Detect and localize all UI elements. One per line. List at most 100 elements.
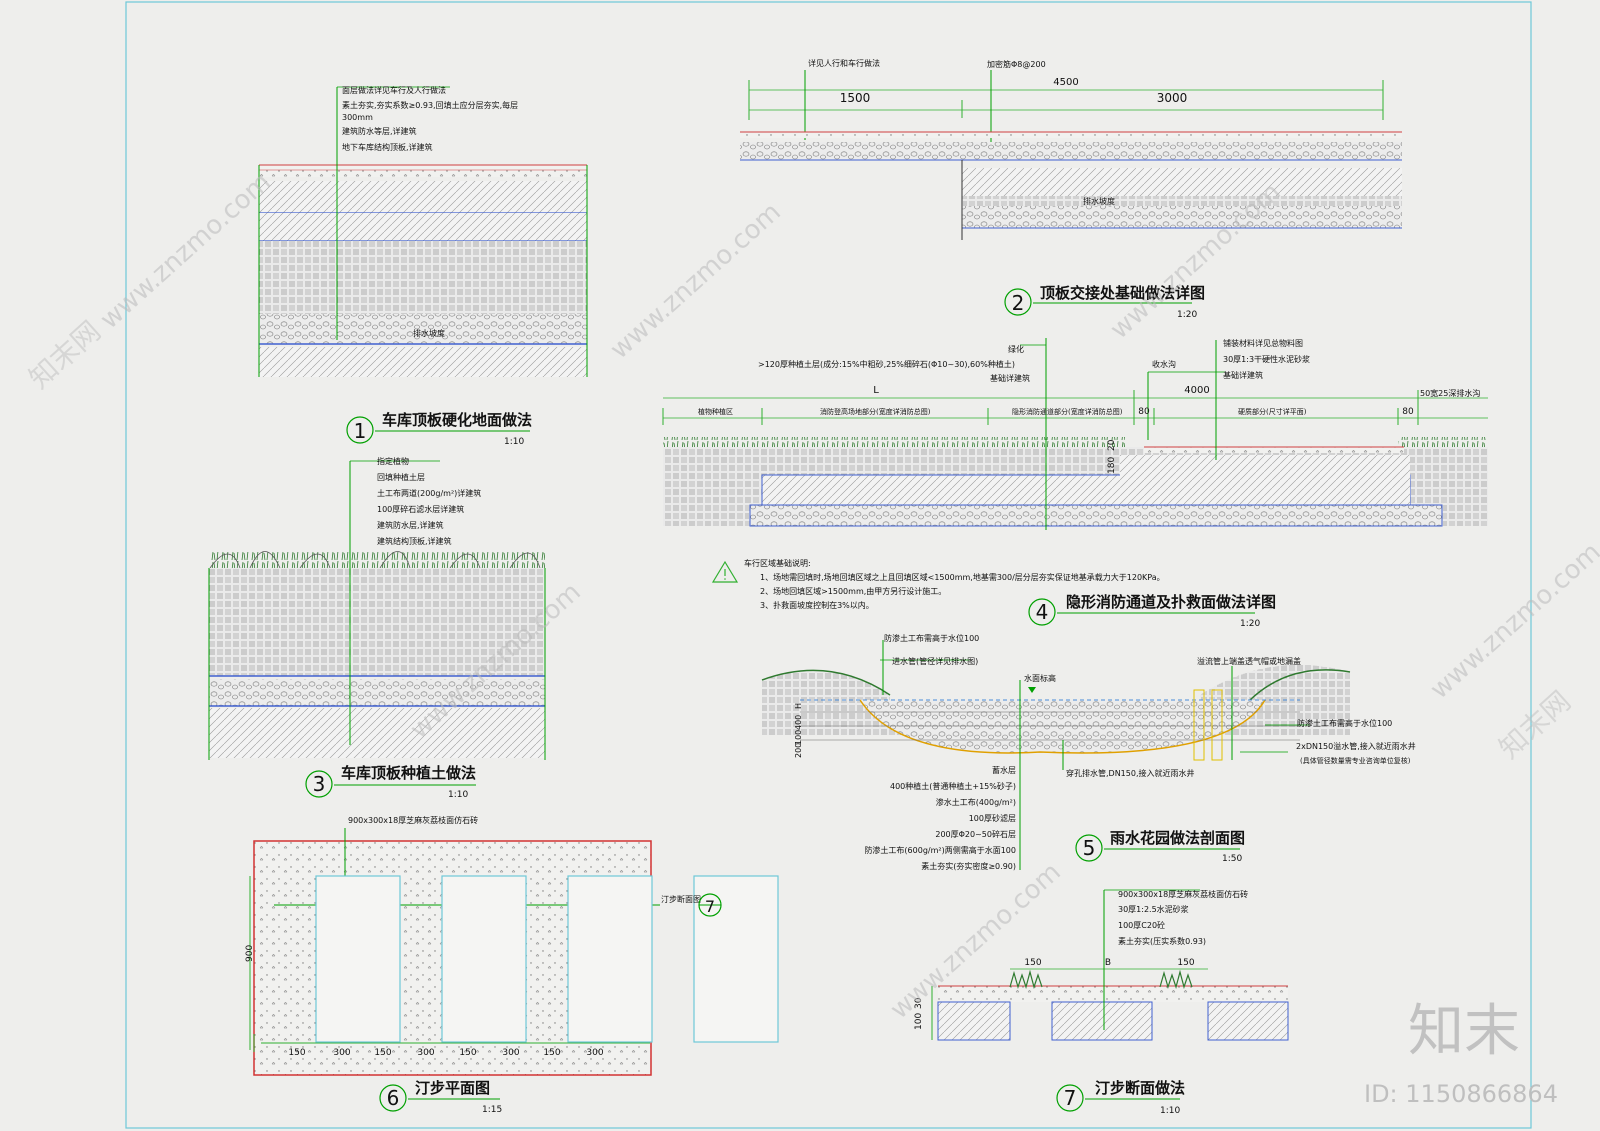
d4-warning-icon — [711, 560, 739, 583]
d5-layer-2: 渗水土工布(400g/m²) — [936, 797, 1016, 807]
d5-side-dim-2: 100 — [794, 730, 803, 745]
d7-note-1: 30厚1:2.5水泥砂浆 — [1118, 904, 1189, 914]
d2-scale: 1:20 — [1177, 310, 1197, 320]
d5-pipe-label: 穿孔排水管,DN150,接入就近雨水井 — [1066, 768, 1195, 778]
d6-section-label: 汀步断面图 — [661, 894, 701, 904]
d1-note-4: 地下车库结构顶板,详建筑 — [342, 142, 433, 152]
d7-dim-0: 150 — [1024, 958, 1041, 968]
d1-title: 车库顶板硬化地面做法 — [382, 411, 532, 429]
d2-dim-1: 1500 — [840, 91, 871, 105]
d6-dim-7: 300 — [586, 1048, 603, 1058]
d2-dim-0: 4500 — [1053, 77, 1078, 88]
d4-number: 4 — [1036, 600, 1049, 624]
d7-dim-2: 150 — [1177, 958, 1194, 968]
d5-layer-3: 100厚砂滤层 — [969, 813, 1016, 823]
d4-top-dim-0: L — [873, 385, 879, 396]
d4-side-dim-1: 180 — [1107, 457, 1117, 474]
d3-note-5: 建筑结构顶板,详建筑 — [377, 536, 452, 546]
d5-layer-6: 素土夯实(夯实密度≥0.90) — [921, 861, 1016, 871]
d4-zone-5: 80 — [1402, 407, 1414, 417]
d5-right-label-1: 2xDN150溢水管,接入就近雨水井 — [1296, 741, 1416, 751]
d6-top-label: 900x300x18厚芝麻灰荔枝面仿石砖 — [348, 815, 478, 825]
d1-note-3: 建筑防水等层,详建筑 — [342, 126, 417, 136]
d7-scale: 1:10 — [1160, 1106, 1180, 1116]
d1-note-0: 面层做法详见车行及人行做法 — [342, 85, 446, 95]
d4-side-dim-0: 20 — [1107, 439, 1117, 451]
d5-scale: 1:50 — [1222, 854, 1242, 864]
d1-number: 1 — [354, 419, 367, 443]
d3-note-2: 土工布两道(200g/m²)详建筑 — [377, 488, 481, 498]
d5-side-dim-0: H — [794, 703, 803, 709]
d4-zone-1: 消防登高场地部分(宽度详消防总图) — [820, 407, 931, 416]
d4-right-note-0: 铺装材料详见总物料图 — [1223, 338, 1303, 348]
stepping-stone — [315, 875, 401, 1043]
d6-number: 6 — [387, 1086, 400, 1110]
d2-top-label-1: 加密筋Φ8@200 — [987, 59, 1046, 69]
d5-right-label-2: (具体管径数量需专业咨询单位复核) — [1300, 756, 1411, 765]
d2-dim-2: 3000 — [1157, 91, 1188, 105]
stepping-stone — [441, 875, 527, 1043]
d4-top-dim-1: 4000 — [1184, 385, 1209, 396]
d4-zone-3: 80 — [1138, 407, 1150, 417]
d5-layer-0: 蓄水层 — [992, 765, 1016, 775]
d3-title: 车库顶板种植土做法 — [341, 764, 476, 782]
d4-drain-label: 收水沟 — [1152, 359, 1176, 369]
d1-inner-label: 排水坡度 — [413, 328, 445, 338]
watermark-logo: 知末 — [1408, 999, 1520, 1064]
d6-section-num: 7 — [705, 897, 715, 916]
d2-number: 2 — [1012, 291, 1025, 315]
d6-dim-0: 150 — [288, 1048, 305, 1058]
d4-note-1: 2、场地回填区域>1500mm,由甲方另行设计施工。 — [760, 586, 946, 596]
d1-scale: 1:10 — [504, 437, 524, 447]
d7-dim-1: B — [1105, 958, 1111, 968]
d5-layer-4: 200厚Φ20~50碎石层 — [935, 829, 1016, 839]
d1-note-1: 素土夯实,夯实系数≥0.93,回填土应分层夯实,每层 — [342, 100, 518, 110]
d5-top-label-0: 防渗土工布需高于水位100 — [884, 633, 979, 643]
d6-height-dim: 900 — [245, 945, 255, 962]
d4-zone-2: 隐形消防通道部分(宽度详消防总图) — [1012, 407, 1123, 416]
d6-dim-3: 300 — [417, 1048, 434, 1058]
d4-note-0: 1、场地需回填时,场地回填区域之上且回填区域<1500mm,地基需300/层分层… — [760, 572, 1165, 582]
d5-top-label-1: 进水管(管径详见排水图) — [892, 656, 978, 666]
d5-number: 5 — [1083, 836, 1096, 860]
d4-top-dim-2: 50宽25深排水沟 — [1420, 388, 1480, 398]
d3-scale: 1:10 — [448, 790, 468, 800]
d3-note-4: 建筑防水层,详建筑 — [377, 520, 444, 530]
d6-dim-2: 150 — [374, 1048, 391, 1058]
watermark-site-6: www.znzmo.com — [1425, 537, 1600, 705]
d4-scale: 1:20 — [1240, 619, 1260, 629]
stepping-stone — [567, 875, 653, 1043]
drawing-sheet: 面层做法详见车行及人行做法 素土夯实,夯实系数≥0.93,回填土应分层夯实,每层… — [23, 1, 1600, 1129]
d4-left-note-2: 基础详建筑 — [990, 373, 1030, 383]
d5-top-label-3: 溢流管上端盖透气帽或地漏盖 — [1197, 656, 1301, 666]
d4-right-note-1: 30厚1:3干硬性水泥砂浆 — [1223, 354, 1310, 364]
d7-number: 7 — [1064, 1086, 1077, 1110]
d6-scale: 1:15 — [482, 1105, 502, 1115]
d1-note-2: 300mm — [342, 113, 373, 122]
d5-layer-5: 防渗土工布(600g/m²)两侧需高于水面100 — [864, 845, 1016, 855]
d4-note-2: 3、扑救面坡度控制在3%以内。 — [760, 600, 874, 610]
d6-dim-4: 150 — [459, 1048, 476, 1058]
d5-layer-1: 400种植土(普通种植土+15%砂子) — [890, 781, 1016, 791]
d4-left-note-0: 绿化 — [1008, 344, 1024, 354]
d5-side-dim-3: 200 — [794, 743, 803, 758]
d7-note-0: 900x300x18厚芝麻灰荔枝面仿石砖 — [1118, 889, 1248, 899]
d6-dim-1: 300 — [333, 1048, 350, 1058]
d4-zone-0: 植物种植区 — [698, 407, 733, 416]
d3-note-0: 指定植物 — [377, 456, 409, 466]
d3-note-1: 回填种植土层 — [377, 472, 425, 482]
watermark-site-1: www.znzmo.com — [95, 167, 277, 335]
d7-note-2: 100厚C20砼 — [1118, 920, 1165, 930]
d6-dim-6: 150 — [543, 1048, 560, 1058]
d4-title: 隐形消防通道及扑救面做法详图 — [1066, 593, 1276, 611]
d5-right-label-0: 防渗土工布需高于水位100 — [1297, 718, 1392, 728]
d2-inner-label: 排水坡度 — [1083, 196, 1115, 206]
drawing-5-rain-garden — [761, 640, 1351, 870]
d6-title: 汀步平面图 — [415, 1079, 490, 1097]
watermark-id: ID: 1150866864 — [1364, 1080, 1558, 1108]
watermark-site-2: www.znzmo.com — [605, 197, 787, 365]
d4-left-note-1: >120厚种植土层(成分:15%中粗砂,25%细碎石(Φ10~30),60%种植… — [758, 359, 1015, 369]
d6-dim-5: 300 — [502, 1048, 519, 1058]
d3-number: 3 — [313, 772, 326, 796]
d4-notes-title: 车行区域基础说明: — [744, 558, 811, 568]
